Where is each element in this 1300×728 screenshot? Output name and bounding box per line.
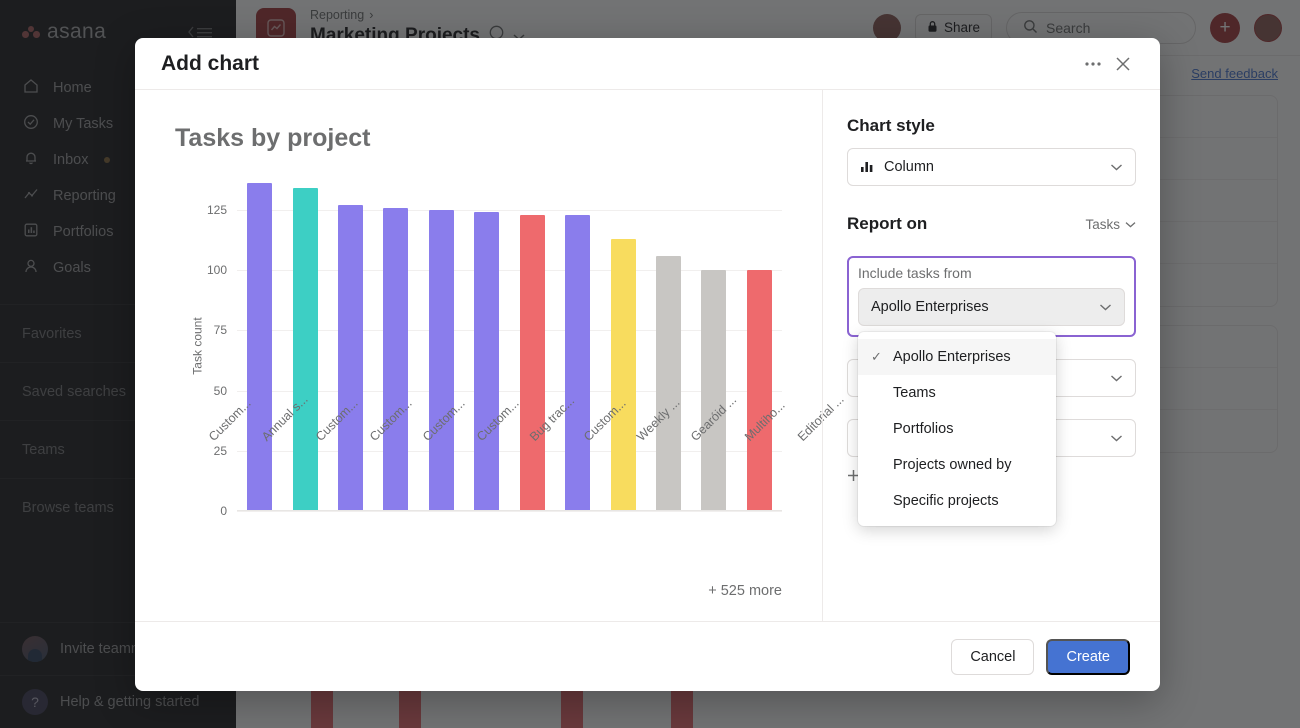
chart-style-value: Column bbox=[884, 159, 934, 175]
include-tasks-from-select[interactable]: Apollo Enterprises bbox=[858, 288, 1125, 326]
chart-style-heading: Chart style bbox=[847, 116, 1136, 136]
x-axis-label-slot: Custom... bbox=[393, 426, 447, 516]
bar-chart-icon bbox=[860, 159, 875, 176]
y-axis-tick: 75 bbox=[214, 323, 227, 337]
menu-item[interactable]: ✓ Apollo Enterprises bbox=[858, 339, 1056, 375]
menu-item[interactable]: Portfolios bbox=[858, 411, 1056, 447]
y-axis-tick: 125 bbox=[207, 203, 227, 217]
report-on-row: Report on Tasks bbox=[847, 214, 1136, 234]
overflow-note: + 525 more bbox=[708, 583, 782, 599]
include-tasks-from-menu: ✓ Apollo Enterprises Teams Portfolios Projec… bbox=[858, 332, 1056, 526]
dialog-body: Tasks by project Task count 025507510012… bbox=[135, 90, 1160, 621]
dialog-title: Add chart bbox=[161, 52, 259, 76]
menu-item-label: Projects owned by bbox=[893, 457, 1011, 473]
chevron-down-icon bbox=[1110, 430, 1123, 446]
chart-preview: Tasks by project Task count 025507510012… bbox=[135, 90, 822, 621]
y-axis-tick: 50 bbox=[214, 384, 227, 398]
menu-item-label: Teams bbox=[893, 385, 936, 401]
chart-settings-panel: Chart style Column Report on Tasks Inclu… bbox=[822, 90, 1160, 621]
menu-item[interactable]: Projects owned by bbox=[858, 447, 1056, 483]
menu-item[interactable]: Teams bbox=[858, 375, 1056, 411]
chart-style-select[interactable]: Column bbox=[847, 148, 1136, 186]
x-axis-label-slot: Custom... bbox=[340, 426, 394, 516]
report-on-heading: Report on bbox=[847, 214, 927, 234]
menu-item-label: Apollo Enterprises bbox=[893, 349, 1011, 365]
menu-item[interactable]: Specific projects bbox=[858, 483, 1056, 519]
report-on-scope-select[interactable]: Tasks bbox=[1085, 217, 1136, 232]
chevron-down-icon bbox=[1110, 159, 1123, 175]
cancel-button[interactable]: Cancel bbox=[951, 639, 1034, 675]
dialog-header: Add chart bbox=[135, 38, 1160, 90]
include-tasks-from-value: Apollo Enterprises bbox=[871, 299, 989, 315]
x-axis-label-slot: Annual s... bbox=[233, 426, 287, 516]
x-axis-label-slot: Editorial ... bbox=[768, 426, 822, 516]
x-axis-label-slot: Custom... bbox=[286, 426, 340, 516]
check-icon: ✓ bbox=[871, 349, 885, 365]
menu-item-label: Specific projects bbox=[893, 493, 999, 509]
x-axis-label-slot: Gearóid ... bbox=[661, 426, 715, 516]
x-axis-labels: Custom...Annual s...Custom...Custom...Cu… bbox=[179, 426, 822, 516]
chevron-down-icon bbox=[1099, 299, 1112, 315]
chart-title: Tasks by project bbox=[175, 124, 782, 153]
more-options-icon[interactable] bbox=[1078, 49, 1108, 79]
report-on-scope-label: Tasks bbox=[1085, 217, 1120, 232]
create-button[interactable]: Create bbox=[1046, 639, 1130, 675]
x-axis-label-slot: Custom... bbox=[179, 426, 233, 516]
include-tasks-from-field: Include tasks from Apollo Enterprises ✓A… bbox=[847, 256, 1136, 337]
menu-item-label: Portfolios bbox=[893, 421, 953, 437]
chevron-down-icon bbox=[1110, 370, 1123, 386]
include-tasks-from-label: Include tasks from bbox=[858, 265, 1125, 281]
y-axis-label: Task count bbox=[191, 317, 205, 374]
x-axis-label-slot: Custom... bbox=[447, 426, 501, 516]
y-axis-tick: 100 bbox=[207, 263, 227, 277]
add-chart-dialog: Add chart Tasks by project Task count 02… bbox=[135, 38, 1160, 691]
x-axis-label-slot: Weekly ... bbox=[608, 426, 662, 516]
x-axis-label-slot: Custom... bbox=[554, 426, 608, 516]
x-axis-label-slot: Multiho... bbox=[715, 426, 769, 516]
x-axis-label-slot: Bug trac... bbox=[500, 426, 554, 516]
close-icon[interactable] bbox=[1108, 49, 1138, 79]
dialog-footer: Cancel Create bbox=[135, 621, 1160, 691]
